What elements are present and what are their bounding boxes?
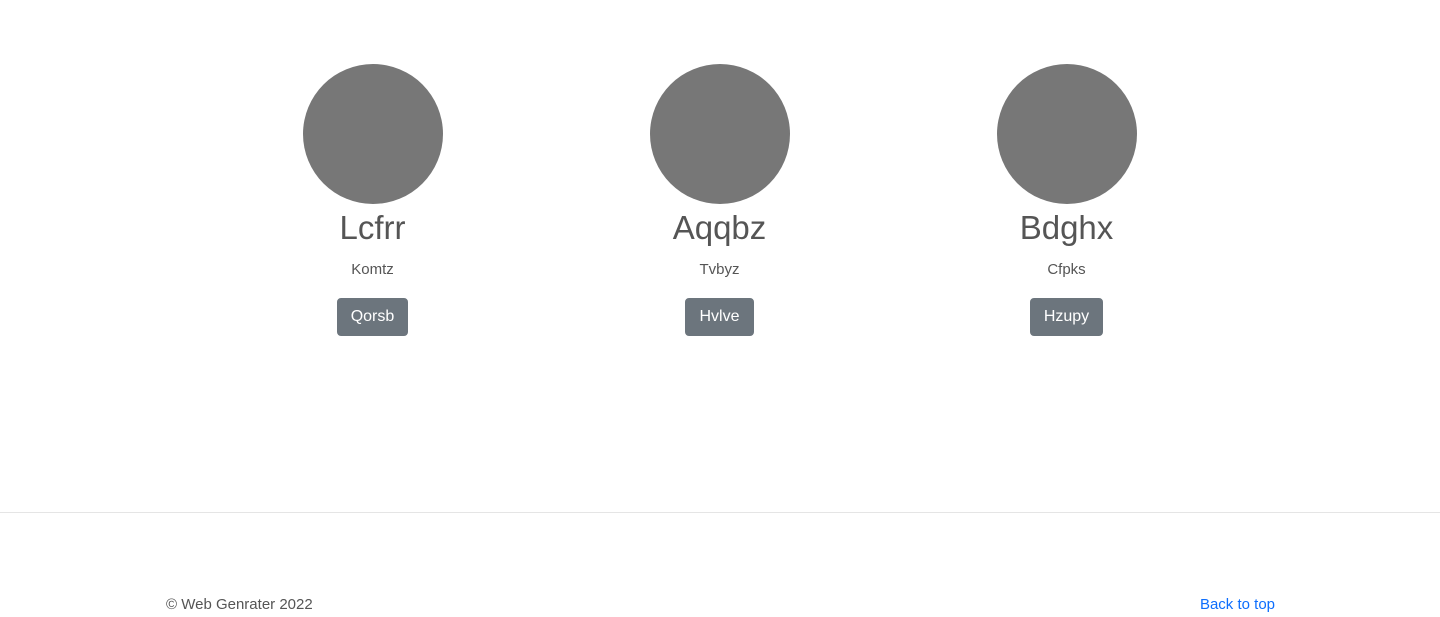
member-grid: Lcfrr Komtz Qorsb Aqqbz Tvbyz Hvlve Bdgh… (199, 64, 1241, 336)
member-role: Cfpks (1047, 261, 1086, 278)
member-action-button[interactable]: Hzupy (1029, 298, 1104, 336)
member-name: Lcfrr (339, 209, 406, 246)
member-card: Aqqbz Tvbyz Hvlve (546, 64, 893, 336)
member-action-button[interactable]: Qorsb (336, 298, 409, 336)
member-name: Aqqbz (672, 209, 767, 246)
copyright-text: © Web Genrater 2022 (166, 596, 313, 613)
member-name: Bdghx (1019, 209, 1114, 246)
member-action-button[interactable]: Hvlve (685, 298, 754, 336)
footer-divider (0, 512, 1440, 513)
avatar-placeholder (649, 64, 790, 204)
page: Lcfrr Komtz Qorsb Aqqbz Tvbyz Hvlve Bdgh… (0, 0, 1440, 617)
avatar-placeholder (302, 64, 443, 204)
footer: © Web Genrater 2022 Back to top (166, 594, 1275, 616)
avatar-placeholder (996, 64, 1137, 204)
back-to-top-link[interactable]: Back to top (1200, 594, 1275, 616)
member-card: Lcfrr Komtz Qorsb (199, 64, 546, 336)
member-role: Komtz (351, 261, 394, 278)
member-card: Bdghx Cfpks Hzupy (893, 64, 1240, 336)
member-role: Tvbyz (699, 261, 740, 278)
